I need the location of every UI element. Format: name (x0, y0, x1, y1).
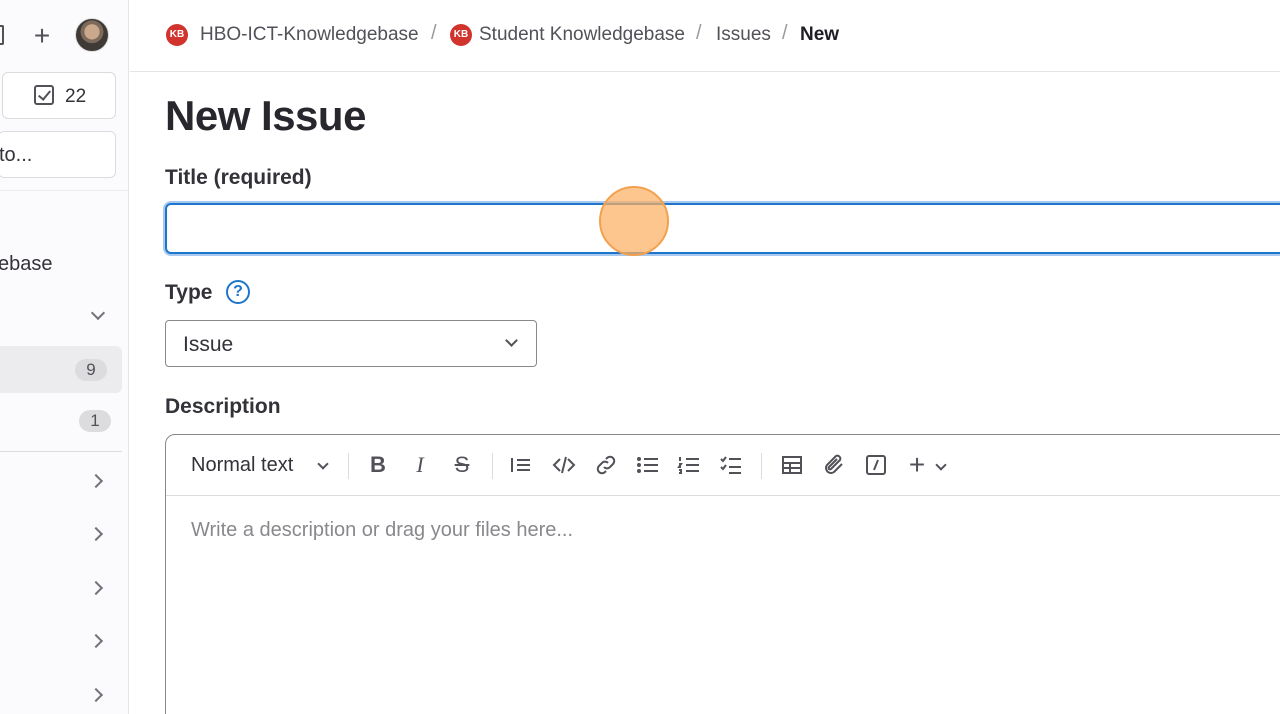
bold-icon[interactable]: B (365, 451, 391, 479)
editor-toolbar: Normal text B I S + (166, 435, 1280, 496)
chevron-right-icon[interactable] (88, 687, 104, 703)
sidebar-separator (0, 451, 122, 452)
left-sidebar: + 22 to... ebase 9 1 (0, 0, 129, 714)
numbered-list-icon[interactable] (676, 451, 702, 479)
type-label: Type (165, 281, 213, 304)
user-avatar[interactable] (75, 18, 109, 52)
click-indicator (599, 186, 669, 256)
breadcrumb-separator: / (696, 22, 702, 44)
table-icon[interactable] (779, 451, 805, 479)
todo-count: 22 (65, 86, 87, 107)
attachment-icon[interactable] (821, 451, 847, 479)
code-icon[interactable] (551, 451, 577, 479)
sidebar-divider (0, 190, 128, 191)
breadcrumb-project-link[interactable]: Student Knowledgebase (479, 24, 685, 46)
chevron-right-icon[interactable] (88, 633, 104, 649)
breadcrumb-issues-link[interactable]: Issues (716, 24, 771, 46)
chevron-down-icon[interactable] (90, 305, 106, 321)
chevron-down-icon (505, 334, 518, 347)
title-label: Title (required) (165, 166, 312, 189)
sidebar-badge-issues: 9 (75, 359, 107, 381)
todo-checkbox-icon (34, 85, 54, 105)
description-placeholder: Write a description or drag your files h… (191, 519, 574, 541)
breadcrumb-group-link[interactable]: HBO-ICT-Knowledgebase (200, 24, 419, 46)
blockquote-icon[interactable] (508, 451, 534, 479)
search-go-to-label: to... (0, 144, 33, 166)
type-select-value: Issue (183, 333, 234, 356)
help-icon[interactable]: ? (226, 280, 250, 304)
project-avatar-icon: KB (450, 24, 472, 46)
toolbar-separator (348, 453, 349, 479)
title-input[interactable] (165, 203, 1280, 254)
toolbar-separator (761, 453, 762, 479)
description-label: Description (165, 395, 281, 418)
bullet-list-icon[interactable] (635, 451, 661, 479)
link-icon[interactable] (593, 451, 619, 479)
chevron-right-icon[interactable] (88, 473, 104, 489)
page-title: New Issue (165, 92, 366, 139)
italic-icon[interactable]: I (407, 451, 433, 479)
chevron-down-icon[interactable] (935, 459, 947, 471)
quick-actions-icon[interactable] (863, 451, 889, 479)
toolbar-separator (492, 453, 493, 479)
breadcrumb: KB HBO-ICT-Knowledgebase / KB Student Kn… (130, 0, 1280, 72)
sidebar-toggle-icon[interactable] (0, 25, 4, 45)
search-go-to-button[interactable]: to... (0, 131, 116, 178)
group-avatar-icon: KB (166, 24, 188, 46)
todo-button[interactable]: 22 (2, 72, 116, 119)
create-new-icon[interactable]: + (30, 22, 54, 50)
strikethrough-icon[interactable]: S (449, 451, 475, 479)
description-editor[interactable]: Normal text B I S + Write a description … (165, 434, 1280, 714)
text-style-dropdown[interactable]: Normal text (191, 454, 293, 477)
sidebar-header: + (0, 0, 128, 72)
more-options-plus-icon[interactable]: + (904, 451, 930, 479)
chevron-down-icon (317, 458, 329, 470)
sidebar-badge-merge-requests: 1 (79, 410, 111, 432)
chevron-right-icon[interactable] (88, 526, 104, 542)
task-list-icon[interactable] (718, 451, 744, 479)
breadcrumb-current: New (800, 24, 840, 45)
chevron-right-icon[interactable] (88, 580, 104, 596)
breadcrumb-separator: / (782, 22, 788, 44)
breadcrumb-separator: / (431, 22, 437, 44)
type-select[interactable]: Issue (165, 320, 537, 367)
sidebar-project-name[interactable]: ebase (0, 253, 53, 276)
